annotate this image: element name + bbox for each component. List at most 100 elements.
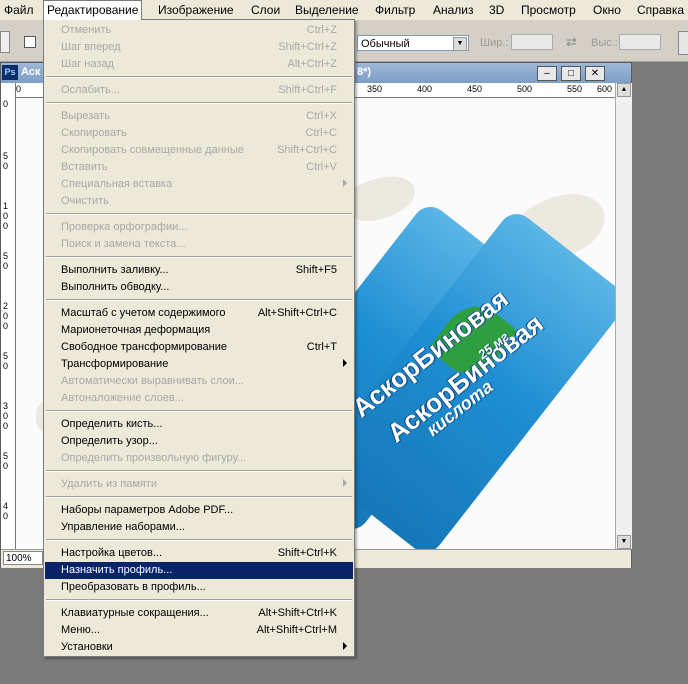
menu-item-fade[interactable]: Ослабить... Shift+Ctrl+F [45,82,353,99]
menu-item-shortcut: Alt+Ctrl+Z [287,58,337,70]
menu-layers[interactable]: Слои [248,0,283,20]
ruler-label: 0 [16,84,22,94]
menu-filter[interactable]: Фильтр [372,0,418,20]
menu-item-spell-check[interactable]: Проверка орфографии... [45,219,353,236]
maximize-icon[interactable]: □ [561,66,581,81]
menu-window[interactable]: Окно [590,0,624,20]
menu-item-define-brush[interactable]: Определить кисть... [45,416,353,433]
menu-item-cut[interactable]: Вырезать Ctrl+X [45,108,353,125]
menu-item-label: Определить кисть... [61,418,163,430]
menu-item-copy[interactable]: Скопировать Ctrl+C [45,125,353,142]
menu-item-shortcut: Alt+Shift+Ctrl+K [258,607,337,619]
menu-separator [46,539,352,541]
submenu-arrow-icon [343,179,347,187]
ruler-label: 550 [567,84,583,94]
menu-item-preset-manager[interactable]: Управление наборами... [45,519,353,536]
swap-icon[interactable]: ⇄ [566,34,577,50]
menu-item-paste[interactable]: Вставить Ctrl+V [45,159,353,176]
width-input[interactable] [511,34,553,50]
menu-item-auto-blend[interactable]: Автоналожение слоев... [45,390,353,407]
ruler-label: 0 [3,99,9,109]
menu-item-label: Поиск и замена текста... [61,238,186,250]
menu-item-stroke[interactable]: Выполнить обводку... [45,279,353,296]
menu-item-convert-profile[interactable]: Преобразовать в профиль... [45,579,353,596]
menu-item-puppet-warp[interactable]: Марионеточная деформация [45,322,353,339]
submenu-arrow-icon [343,479,347,487]
menu-item-shortcut: Ctrl+C [305,127,337,139]
scroll-up-icon[interactable]: ▲ [617,83,631,97]
tool-preset-picker[interactable] [0,31,10,53]
vertical-scrollbar[interactable]: ▲ ▼ [615,83,632,549]
menu-item-label: Удалить из памяти [61,478,158,490]
menu-item-label: Назначить профиль... [61,564,173,576]
menu-item-shortcut: Alt+Shift+Ctrl+M [256,624,337,636]
minimize-icon[interactable]: – [537,66,557,81]
menu-select[interactable]: Выделение [292,0,362,20]
menu-item-pdf-presets[interactable]: Наборы параметров Adobe PDF... [45,502,353,519]
ruler-label: 0 [3,461,9,471]
scroll-down-icon[interactable]: ▼ [617,535,631,549]
menu-item-transform[interactable]: Трансформирование [45,356,353,373]
menu-item-free-transform[interactable]: Свободное трансформирование Ctrl+T [45,339,353,356]
menu-item-keyboard-shortcuts[interactable]: Клавиатурные сокращения... Alt+Shift+Ctrl… [45,605,353,622]
menu-edit[interactable]: Редактирование [43,0,143,20]
menu-analysis[interactable]: Анализ [430,0,477,20]
ruler-label: 0 [3,161,9,171]
menu-file[interactable]: Файл [1,0,37,20]
document-title-right: 8*) [357,66,372,78]
menu-item-assign-profile[interactable]: Назначить профиль... [45,562,353,579]
menu-3d[interactable]: 3D [486,0,507,20]
menu-separator [46,496,352,498]
menu-item-label: Специальная вставка [61,178,173,190]
chevron-down-icon[interactable]: ▼ [453,37,467,51]
menu-item-label: Проверка орфографии... [61,221,188,233]
menu-item-define-shape[interactable]: Определить произвольную фигуру... [45,450,353,467]
menu-item-clear[interactable]: Очистить [45,193,353,210]
menu-item-preferences[interactable]: Установки [45,639,353,656]
selection-mode-icon[interactable] [24,36,36,48]
menu-item-step-forward[interactable]: Шаг вперед Shift+Ctrl+Z [45,39,353,56]
menu-item-shortcut: Alt+Shift+Ctrl+C [257,307,337,319]
style-select[interactable]: Обычный ▼ [357,35,469,51]
menu-item-undo[interactable]: Отменить Ctrl+Z [45,22,353,39]
width-label: Шир.: [480,37,509,49]
menu-item-label: Вставить [61,161,108,173]
ruler-label: 350 [367,84,383,94]
menu-item-copy-merged[interactable]: Скопировать совмещенные данные Shift+Ctrl… [45,142,353,159]
menu-item-label: Преобразовать в профиль... [61,581,206,593]
menu-item-label: Выполнить заливку... [61,264,169,276]
menu-item-label: Ослабить... [61,84,120,96]
menu-view[interactable]: Просмотр [518,0,579,20]
menu-item-menus[interactable]: Меню... Alt+Shift+Ctrl+M [45,622,353,639]
menu-item-find-replace[interactable]: Поиск и замена текста... [45,236,353,253]
document-title-left: Аск [21,66,41,78]
ruler-label: 4 [3,501,9,511]
ruler-label: 5 [3,251,9,261]
ruler-label: 0 [3,261,9,271]
menu-item-color-settings[interactable]: Настройка цветов... Shift+Ctrl+K [45,545,353,562]
menu-item-label: Определить произвольную фигуру... [61,452,247,464]
zoom-field[interactable]: 100% [3,551,43,565]
menu-item-label: Марионеточная деформация [61,324,211,336]
menu-item-label: Скопировать [61,127,127,139]
menu-item-label: Трансформирование [61,358,169,370]
menu-item-label: Определить узор... [61,435,158,447]
menu-item-step-backward[interactable]: Шаг назад Alt+Ctrl+Z [45,56,353,73]
height-input[interactable] [619,34,661,50]
menu-separator [46,256,352,258]
menu-image[interactable]: Изображение [155,0,237,20]
menu-item-fill[interactable]: Выполнить заливку... Shift+F5 [45,262,353,279]
menu-item-shortcut: Shift+Ctrl+K [277,547,337,559]
menu-item-define-pattern[interactable]: Определить узор... [45,433,353,450]
menu-item-purge[interactable]: Удалить из памяти [45,476,353,493]
menu-separator [46,599,352,601]
menu-item-content-aware-scale[interactable]: Масштаб с учетом содержимого Alt+Shift+Ct… [45,305,353,322]
menu-item-paste-special[interactable]: Специальная вставка [45,176,353,193]
menu-item-auto-align[interactable]: Автоматически выравнивать слои... [45,373,353,390]
menu-item-label: Выполнить обводку... [61,281,170,293]
menu-item-shortcut: Shift+Ctrl+F [278,84,337,96]
refine-edge-button[interactable] [678,31,688,55]
ruler-label: 5 [3,351,9,361]
menu-help[interactable]: Справка [634,0,687,20]
close-icon[interactable]: ✕ [585,66,605,81]
